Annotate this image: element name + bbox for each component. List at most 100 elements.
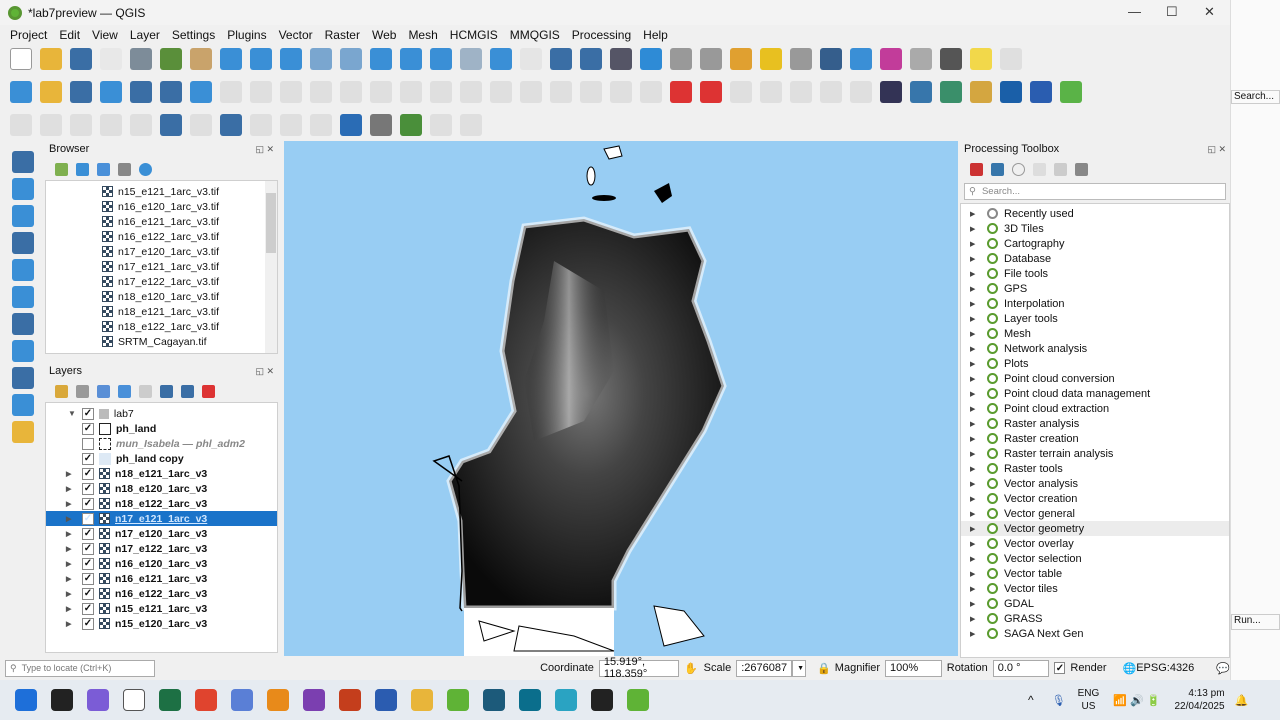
- coordinate-field[interactable]: 15.919°, 118.359°: [598, 656, 679, 680]
- toolbox-item[interactable]: ▶ Layer tools: [961, 311, 1229, 326]
- browser-item[interactable]: n17_e121_1arc_v3.tif: [46, 259, 277, 274]
- toolbar-row1-icon-20[interactable]: [610, 47, 632, 70]
- toolbar-row2-icon-12[interactable]: [370, 80, 392, 103]
- toolbar-row2-icon-20[interactable]: [610, 80, 632, 103]
- toolbar-row2-icon-25[interactable]: [760, 80, 782, 103]
- toolbox-item[interactable]: ▶ Point cloud data management: [961, 386, 1229, 401]
- expand-arrow-icon[interactable]: ▶: [970, 240, 975, 248]
- expand-arrow-icon[interactable]: ▶: [970, 540, 975, 548]
- browser-item[interactable]: n16_e121_1arc_v3.tif: [46, 214, 277, 229]
- toolbar-row2-icon-30[interactable]: [910, 80, 932, 103]
- expand-arrow-icon[interactable]: ▶: [970, 480, 975, 488]
- layer-checkbox[interactable]: ✓: [82, 527, 94, 540]
- browser-item[interactable]: n18_e120_1arc_v3.tif: [46, 289, 277, 304]
- browser-item[interactable]: n18_e122_1arc_v3.tif: [46, 319, 277, 334]
- taskbar-app-icon-5[interactable]: [195, 689, 217, 711]
- locator-input[interactable]: ⚲ Type to locate (Ctrl+K): [5, 659, 156, 677]
- layer-item[interactable]: ▶ ✓ n17_e120_1arc_v3: [46, 526, 277, 541]
- toolbar-row2-icon-18[interactable]: [550, 80, 572, 103]
- menu-mesh[interactable]: Mesh: [402, 28, 443, 42]
- toolbar-row2-icon-29[interactable]: [880, 80, 902, 103]
- toolbar-row1-icon-8[interactable]: [250, 47, 272, 70]
- expand-arrow-icon[interactable]: ▶: [970, 345, 975, 353]
- taskbar-app-icon-14[interactable]: [519, 689, 541, 711]
- layer-checkbox[interactable]: ✓: [82, 557, 94, 570]
- layer-checkbox[interactable]: ✓: [82, 512, 94, 525]
- layer-checkbox[interactable]: ✓: [82, 602, 94, 615]
- toolbar-row2-icon-19[interactable]: [580, 80, 602, 103]
- edit-features-icon[interactable]: [1054, 162, 1067, 176]
- toolbox-item[interactable]: ▶ Raster tools: [961, 461, 1229, 476]
- toolbar-row2-icon-24[interactable]: [730, 80, 752, 103]
- menu-settings[interactable]: Settings: [166, 28, 221, 42]
- scale-dropdown[interactable]: ▼: [792, 659, 807, 677]
- toolbox-item[interactable]: ▶ Vector tiles: [961, 581, 1229, 596]
- bg-search-field[interactable]: Search...: [1231, 90, 1280, 104]
- layer-item[interactable]: ▶ ✓ n18_e122_1arc_v3: [46, 496, 277, 511]
- network-sound-battery-icons[interactable]: 📶 🔊 🔋: [1113, 694, 1160, 707]
- taskbar-app-icon-17[interactable]: [627, 689, 649, 711]
- browser-item[interactable]: SRTM_Cagayan.tif: [46, 334, 277, 349]
- toolbox-item[interactable]: ▶ Vector overlay: [961, 536, 1229, 551]
- layer-checkbox[interactable]: ✓: [82, 482, 94, 495]
- menu-processing[interactable]: Processing: [566, 28, 637, 42]
- toolbox-item[interactable]: ▶ GRASS: [961, 611, 1229, 626]
- layer-item[interactable]: ▶ ✓ n16_e122_1arc_v3: [46, 586, 277, 601]
- menu-edit[interactable]: Edit: [53, 28, 86, 42]
- toolbar-row2-icon-10[interactable]: [310, 80, 332, 103]
- toolbox-item[interactable]: ▶ Vector analysis: [961, 476, 1229, 491]
- options-icon[interactable]: [1075, 162, 1088, 176]
- toolbar-row1-icon-30[interactable]: [910, 47, 932, 70]
- toolbar-row3-icon-5[interactable]: [160, 113, 182, 136]
- expand-arrow-icon[interactable]: ▶: [970, 300, 975, 308]
- toolbar-left-icon-2[interactable]: [11, 205, 34, 227]
- toolbar-row3-icon-4[interactable]: [130, 113, 152, 136]
- python-icon[interactable]: [991, 162, 1004, 176]
- expand-arrow-icon[interactable]: ▶: [66, 470, 71, 478]
- toolbar-row2-icon-4[interactable]: [130, 80, 152, 103]
- toolbar-row2-icon-23[interactable]: [700, 80, 722, 103]
- menu-raster[interactable]: Raster: [319, 28, 366, 42]
- toolbar-row2-icon-28[interactable]: [850, 80, 872, 103]
- toolbar-row2-icon-15[interactable]: [460, 80, 482, 103]
- expand-arrow-icon[interactable]: ▶: [970, 615, 975, 623]
- toolbar-row1-icon-10[interactable]: [310, 47, 332, 70]
- layer-checkbox[interactable]: ✓: [82, 542, 94, 555]
- toolbar-row1-icon-5[interactable]: [160, 47, 182, 70]
- browser-item[interactable]: n17_e122_1arc_v3.tif: [46, 274, 277, 289]
- scale-field[interactable]: :2676087: [736, 659, 793, 677]
- toolbar-row1-icon-7[interactable]: [220, 47, 242, 70]
- models-icon[interactable]: [970, 162, 983, 176]
- toolbar-row2-icon-8[interactable]: [250, 80, 272, 103]
- layer-item[interactable]: ✓ ph_land: [46, 421, 277, 436]
- crs-button[interactable]: EPSG:4326: [1136, 662, 1194, 674]
- toolbar-row1-icon-18[interactable]: [550, 47, 572, 70]
- toolbar-row2-icon-13[interactable]: [400, 80, 422, 103]
- close-button[interactable]: ✕: [1204, 4, 1215, 20]
- toolbar-row1-icon-0[interactable]: [10, 47, 32, 70]
- toolbar-row2-icon-21[interactable]: [640, 80, 662, 103]
- history-icon[interactable]: [1012, 162, 1025, 176]
- toolbar-left-icon-8[interactable]: [11, 367, 34, 389]
- toolbar-row1-icon-23[interactable]: [700, 47, 722, 70]
- filter-expr-icon[interactable]: [139, 384, 152, 398]
- toolbar-row2-icon-31[interactable]: [940, 80, 962, 103]
- expand-arrow-icon[interactable]: ▶: [66, 485, 71, 493]
- results-icon[interactable]: [1033, 162, 1046, 176]
- style-icon[interactable]: [55, 384, 68, 398]
- toolbox-item[interactable]: ▶ 3D Tiles: [961, 221, 1229, 236]
- toolbar-row3-icon-8[interactable]: [250, 113, 272, 136]
- toolbox-item[interactable]: ▶ Database: [961, 251, 1229, 266]
- add-group-icon[interactable]: [76, 384, 89, 398]
- toolbar-row1-icon-15[interactable]: [460, 47, 482, 70]
- expand-arrow-icon[interactable]: ▶: [970, 495, 975, 503]
- toolbar-row1-icon-6[interactable]: [190, 47, 212, 70]
- layer-item[interactable]: ▶ ✓ n16_e120_1arc_v3: [46, 556, 277, 571]
- messages-icon[interactable]: 💬: [1216, 662, 1230, 675]
- panel-close-icon[interactable]: ◱ ✕: [255, 366, 274, 377]
- notification-icon[interactable]: 🔔: [1235, 694, 1249, 707]
- toolbar-row3-icon-14[interactable]: [430, 113, 452, 136]
- expand-arrow-icon[interactable]: ▶: [66, 515, 71, 523]
- toolbar-row2-icon-16[interactable]: [490, 80, 512, 103]
- toggle-extents-icon[interactable]: ✋: [684, 662, 698, 675]
